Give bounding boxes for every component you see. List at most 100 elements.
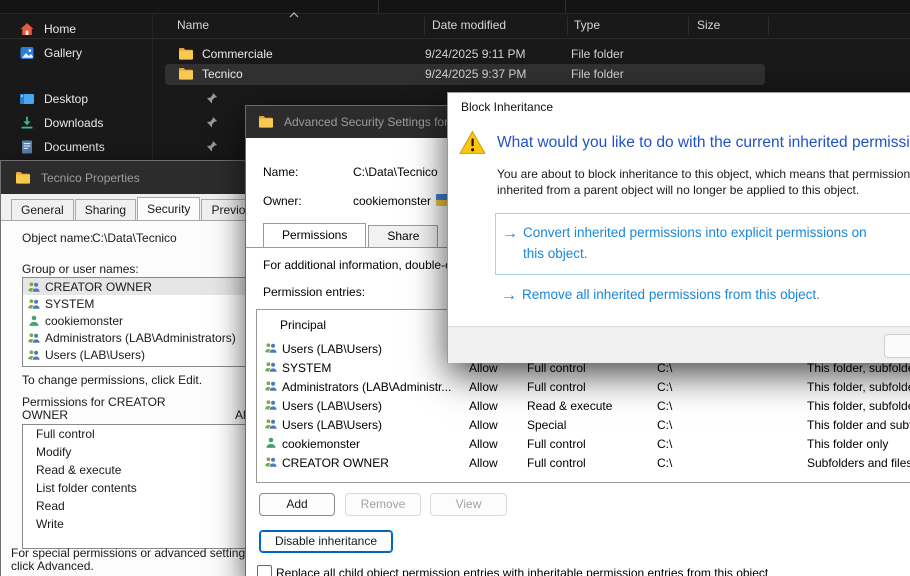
cell-principal: Users (LAB\Users) xyxy=(282,342,382,356)
remove-button[interactable]: Remove xyxy=(345,493,421,516)
permissions-list[interactable]: Full control Modify Read & execute List … xyxy=(22,424,246,549)
permission-entries-label: Permission entries: xyxy=(263,285,365,299)
divider xyxy=(378,0,379,13)
permission-item[interactable]: Write xyxy=(23,515,245,533)
tab-permissions[interactable]: Permissions xyxy=(263,223,366,247)
group-icon xyxy=(27,331,41,345)
cell-principal: Users (LAB\Users) xyxy=(282,418,382,432)
advanced-note-line2: click Advanced. xyxy=(11,559,94,573)
sort-ascending-icon xyxy=(289,5,299,23)
table-row[interactable]: Users (LAB\Users) Allow Special C:\ This… xyxy=(257,415,910,434)
block-dialog-body-line1: You are about to block inheritance to th… xyxy=(497,167,910,181)
principal-name: Administrators (LAB\Administrators) xyxy=(45,331,236,345)
block-inheritance-dialog: Block Inheritance What would you like to… xyxy=(447,92,910,363)
file-row-commerciale[interactable]: Commerciale 9/24/2025 9:11 PM File folde… xyxy=(165,44,765,65)
block-dialog-footer: Cancel xyxy=(448,326,910,363)
group-icon xyxy=(264,379,278,393)
cell-access: Full control xyxy=(527,380,586,394)
cell-applies-to: Subfolders and files o... xyxy=(807,456,910,470)
owner-value: cookiemonster xyxy=(353,194,431,208)
folder-icon xyxy=(15,170,31,186)
convert-permissions-label-line2: this object. xyxy=(523,246,588,261)
group-icon xyxy=(264,455,278,469)
tab-general[interactable]: General xyxy=(11,199,74,220)
cell-inherited-from: C:\ xyxy=(657,418,672,432)
folder-icon xyxy=(258,114,274,130)
column-header-type[interactable]: Type xyxy=(574,18,600,32)
screen: Name Date modified Type Size Home Galler… xyxy=(0,0,910,576)
column-header-name[interactable]: Name xyxy=(177,18,209,32)
table-row[interactable]: CREATOR OWNER Allow Full control C:\ Sub… xyxy=(257,453,910,472)
column-header-date-modified[interactable]: Date modified xyxy=(432,18,506,32)
cell-applies-to: This folder, subfolde... xyxy=(807,380,910,394)
file-type: File folder xyxy=(571,67,624,81)
permission-item[interactable]: Modify xyxy=(23,443,245,461)
divider xyxy=(152,14,153,160)
list-item-creator-owner[interactable]: CREATOR OWNER xyxy=(23,278,245,295)
permission-item[interactable]: Read & execute xyxy=(23,461,245,479)
permission-item[interactable]: Full control xyxy=(23,425,245,443)
sidebar-item-label: Documents xyxy=(44,140,105,154)
group-icon xyxy=(264,398,278,412)
list-item-administrators[interactable]: Administrators (LAB\Administrators) xyxy=(23,329,245,346)
add-button[interactable]: Add xyxy=(259,493,335,516)
sidebar-item-desktop[interactable]: Desktop xyxy=(8,88,150,110)
name-label: Name: xyxy=(263,165,298,179)
divider xyxy=(424,17,425,35)
gallery-icon xyxy=(19,45,35,61)
sidebar-item-gallery[interactable]: Gallery xyxy=(8,42,150,64)
group-icon xyxy=(27,280,41,294)
downloads-icon xyxy=(19,115,35,131)
user-icon xyxy=(264,436,278,450)
column-header-size[interactable]: Size xyxy=(697,18,720,32)
table-header-principal[interactable]: Principal xyxy=(280,318,326,332)
table-row[interactable]: Administrators (LAB\Administr... Allow F… xyxy=(257,377,910,396)
principal-name: SYSTEM xyxy=(45,297,94,311)
cell-principal: cookiemonster xyxy=(282,437,360,451)
permission-item[interactable]: Read xyxy=(23,497,245,515)
file-date-modified: 9/24/2025 9:11 PM xyxy=(425,47,526,61)
file-row-tecnico[interactable]: Tecnico 9/24/2025 9:37 PM File folder xyxy=(165,64,765,85)
permissions-for-label-line1: Permissions for CREATOR xyxy=(22,395,166,409)
divider xyxy=(688,17,689,35)
cell-inherited-from: C:\ xyxy=(657,437,672,451)
list-item-users[interactable]: Users (LAB\Users) xyxy=(23,346,245,363)
remove-permissions-command-link[interactable]: → Remove all inherited permissions from … xyxy=(495,285,910,309)
block-dialog-heading: What would you like to do with the curre… xyxy=(497,134,910,152)
properties-titlebar[interactable]: Tecnico Properties xyxy=(1,161,247,194)
cell-inherited-from: C:\ xyxy=(657,399,672,413)
home-icon xyxy=(19,21,35,37)
group-or-user-names-list[interactable]: CREATOR OWNER SYSTEM cookiemonster Admin… xyxy=(22,277,246,367)
warning-icon xyxy=(459,130,486,158)
cell-inherited-from: C:\ xyxy=(657,361,672,375)
cell-applies-to: This folder only xyxy=(807,437,888,451)
principal-name: CREATOR OWNER xyxy=(45,280,152,294)
list-item-system[interactable]: SYSTEM xyxy=(23,295,245,312)
sidebar-item-downloads[interactable]: Downloads xyxy=(8,112,150,134)
cancel-button[interactable]: Cancel xyxy=(884,334,910,358)
cell-type: Allow xyxy=(469,380,498,394)
cell-type: Allow xyxy=(469,456,498,470)
cell-access: Full control xyxy=(527,456,586,470)
convert-permissions-label-line1: Convert inherited permissions into expli… xyxy=(523,225,867,240)
sidebar-item-home[interactable]: Home xyxy=(8,18,150,40)
table-row[interactable]: Users (LAB\Users) Allow Read & execute C… xyxy=(257,396,910,415)
view-button[interactable]: View xyxy=(430,493,507,516)
list-item-cookiemonster[interactable]: cookiemonster xyxy=(23,312,245,329)
disable-inheritance-button[interactable]: Disable inheritance xyxy=(259,530,393,553)
remove-permissions-label: Remove all inherited permissions from th… xyxy=(522,287,820,302)
replace-permissions-checkbox[interactable] xyxy=(257,565,272,576)
convert-permissions-command-link[interactable]: → Convert inherited permissions into exp… xyxy=(495,213,910,275)
sidebar-item-label: Downloads xyxy=(44,116,103,130)
permission-item[interactable]: List folder contents xyxy=(23,479,245,497)
cell-type: Allow xyxy=(469,361,498,375)
sidebar-item-documents[interactable]: Documents xyxy=(8,136,150,158)
tab-share[interactable]: Share xyxy=(368,225,438,247)
tab-security[interactable]: Security xyxy=(137,197,200,220)
edit-note: To change permissions, click Edit. xyxy=(22,373,202,387)
owner-label: Owner: xyxy=(263,194,302,208)
name-value: C:\Data\Tecnico xyxy=(353,165,438,179)
table-row[interactable]: cookiemonster Allow Full control C:\ Thi… xyxy=(257,434,910,453)
tab-sharing[interactable]: Sharing xyxy=(75,199,136,220)
object-name-label: Object name: xyxy=(22,231,93,245)
